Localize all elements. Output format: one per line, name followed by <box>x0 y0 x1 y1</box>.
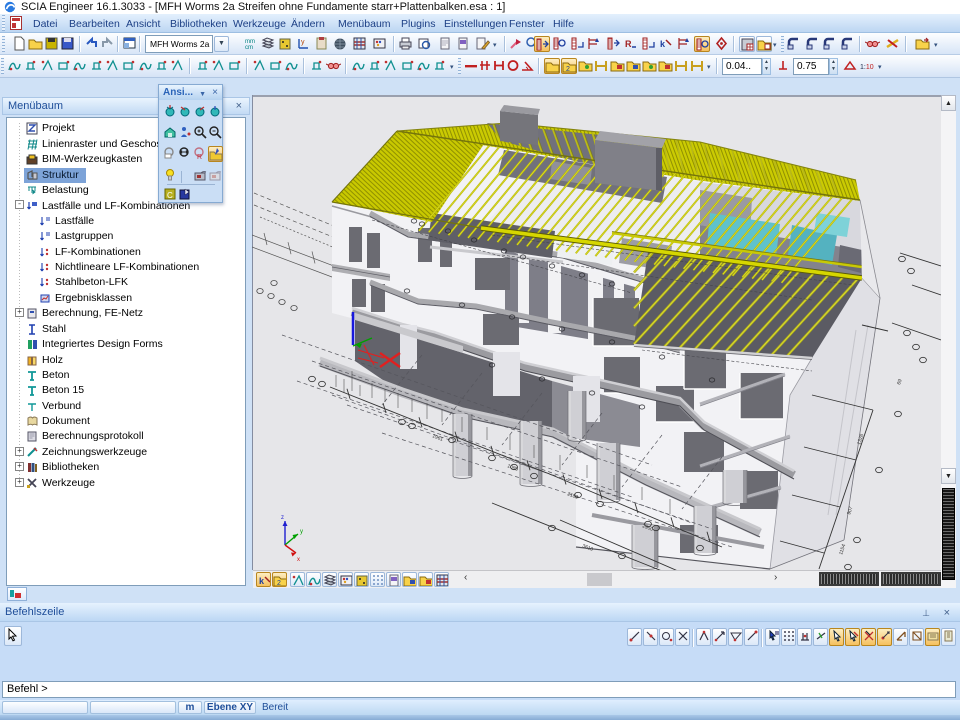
svg-text:R: R <box>625 39 632 49</box>
svg-text:C: C <box>167 191 173 200</box>
svg-text:k: k <box>259 576 265 586</box>
svg-text:2: 2 <box>566 66 570 73</box>
svg-text:1:10: 1:10 <box>860 64 874 71</box>
svg-text:y: y <box>301 39 305 46</box>
svg-text:cm: cm <box>245 45 253 51</box>
svg-text:R: R <box>197 154 202 160</box>
svg-text:2: 2 <box>277 580 281 586</box>
svg-text:z: z <box>281 515 284 521</box>
svg-text:y: y <box>300 529 303 535</box>
svg-text:k: k <box>660 39 666 49</box>
svg-text:x: x <box>297 557 300 563</box>
